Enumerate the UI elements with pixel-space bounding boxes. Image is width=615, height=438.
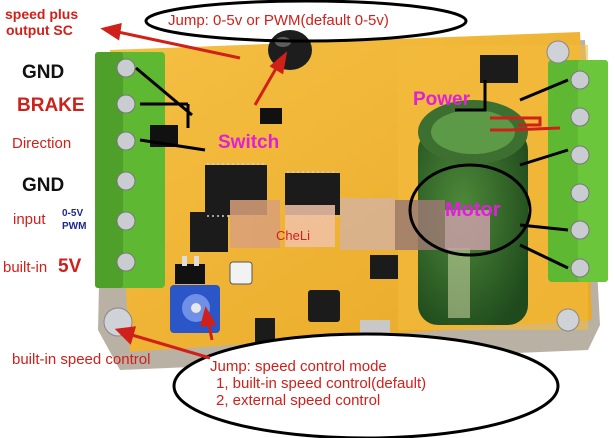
jump-bottom-note: Jump: speed control mode 1, built-in spe… xyxy=(210,358,426,409)
input-pwm-label: PWM xyxy=(62,221,87,232)
gnd-bottom-label: GND xyxy=(22,175,65,196)
right-terminal-block xyxy=(548,60,608,282)
gnd-top-label: GND xyxy=(22,62,65,83)
left-terminal-block xyxy=(95,52,165,288)
builtin-label: built-in xyxy=(3,259,48,276)
input-label: input xyxy=(13,211,46,228)
jump-top-label: Jump: 0-5v or PWM(default 0-5v) xyxy=(168,12,389,29)
brake-label: BRAKE xyxy=(17,95,85,116)
power-label: Power xyxy=(413,89,471,110)
speed-plus-output-label: speed plus output SC xyxy=(5,6,78,38)
switch-label: Switch xyxy=(218,132,280,153)
speed-plus-line1: speed plus xyxy=(5,6,79,22)
jump-bottom-line2: 1, built-in speed control(default) xyxy=(216,375,427,392)
jump-bottom-line1: Jump: speed control mode xyxy=(210,358,387,375)
direction-label: Direction xyxy=(12,135,72,152)
board-photo: speed plus output SC GND BRAKE Direction… xyxy=(0,0,615,438)
jump-bottom-line3: 2, external speed control xyxy=(216,392,381,409)
watermark-label: CheLi xyxy=(276,228,310,243)
motor-label: Motor xyxy=(445,199,501,221)
builtin-speed-control-label: built-in speed control xyxy=(12,351,151,368)
speed-plus-line2: output SC xyxy=(6,22,73,38)
builtin-voltage-label: 5V xyxy=(58,256,82,277)
input-range-label: 0-5V xyxy=(62,208,84,219)
blue-potentiometer xyxy=(170,285,220,333)
